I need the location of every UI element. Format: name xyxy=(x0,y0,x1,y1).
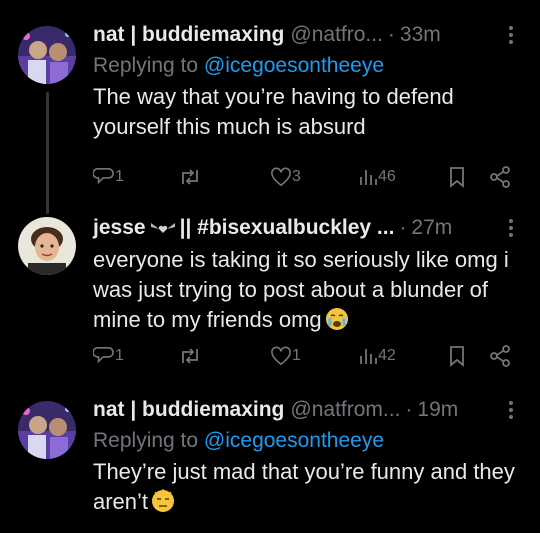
views-count: 42 xyxy=(378,347,396,364)
display-name[interactable]: nat | buddiemaxing xyxy=(93,398,284,422)
tweet-text: everyone is taking it so seriously like … xyxy=(93,245,522,335)
bookmark-button[interactable] xyxy=(448,166,466,188)
reply-icon xyxy=(93,168,114,185)
timestamp[interactable]: 19m xyxy=(417,398,458,422)
timestamp[interactable]: 33m xyxy=(400,23,441,47)
crying-face-emoji xyxy=(325,307,349,331)
separator-dot: · xyxy=(399,216,407,239)
timestamp[interactable]: 27m xyxy=(411,216,452,240)
display-name[interactable]: nat | buddiemaxing xyxy=(93,23,284,47)
tweet-header: jesse || #bisexualbuckley ... · 27m xyxy=(93,213,522,243)
more-icon[interactable] xyxy=(500,395,522,425)
like-icon xyxy=(271,346,291,366)
bookmark-icon xyxy=(450,167,464,188)
views-icon xyxy=(360,170,377,185)
views-count: 46 xyxy=(378,168,396,185)
like-button[interactable]: 1 xyxy=(270,346,301,366)
thread-line xyxy=(46,92,49,214)
share-icon xyxy=(490,166,510,188)
views-icon xyxy=(360,349,377,364)
downcast-face-emoji xyxy=(151,489,175,513)
tweet-text-content: everyone is taking it so seriously like … xyxy=(93,247,509,332)
tweet-header: nat | buddiemaxing @natfrom... · 19m xyxy=(93,395,522,425)
replying-prefix: Replying to xyxy=(93,54,199,77)
avatar-nat[interactable] xyxy=(18,26,76,84)
reply-button[interactable]: 1 xyxy=(93,167,124,187)
reply-count: 1 xyxy=(115,347,124,364)
share-icon xyxy=(490,345,510,367)
avatar-jesse[interactable] xyxy=(18,217,76,275)
display-name-suffix[interactable]: || #bisexualbuckley ... xyxy=(180,216,395,240)
more-icon[interactable] xyxy=(500,213,522,243)
views-button[interactable]: 42 xyxy=(358,346,396,366)
reply-icon xyxy=(93,347,114,364)
share-button[interactable] xyxy=(488,345,512,367)
like-count: 1 xyxy=(292,347,301,364)
repost-button[interactable] xyxy=(178,167,202,187)
replying-prefix: Replying to xyxy=(93,429,199,452)
share-button[interactable] xyxy=(488,166,512,188)
repost-icon xyxy=(182,169,198,185)
user-handle[interactable]: @natfro... xyxy=(290,23,383,47)
bookmark-icon xyxy=(450,346,464,367)
tweet-header: nat | buddiemaxing @natfro... · 33m xyxy=(93,20,522,50)
separator-dot: · xyxy=(387,23,395,46)
more-icon[interactable] xyxy=(500,20,522,50)
heart-wing-icon xyxy=(150,221,176,235)
like-count: 3 xyxy=(292,168,301,185)
like-button[interactable]: 3 xyxy=(270,167,301,187)
bookmark-button[interactable] xyxy=(448,345,466,367)
tweet-text: They’re just mad that you’re funny and t… xyxy=(93,457,522,517)
avatar-nat[interactable] xyxy=(18,401,76,459)
reply-count: 1 xyxy=(115,168,124,185)
reply-button[interactable]: 1 xyxy=(93,346,124,366)
display-name[interactable]: jesse xyxy=(93,216,146,240)
tweet-text: The way that you’re having to defend you… xyxy=(93,84,454,139)
separator-dot: · xyxy=(405,398,413,421)
views-button[interactable]: 46 xyxy=(358,167,396,187)
user-handle[interactable]: @natfrom... xyxy=(290,398,400,422)
mention-link[interactable]: @icegoesontheeye xyxy=(204,429,384,452)
repost-icon xyxy=(182,348,198,364)
mention-link[interactable]: @icegoesontheeye xyxy=(204,54,384,77)
repost-button[interactable] xyxy=(178,346,202,366)
replying-to: Replying to @icegoesontheeye xyxy=(93,427,522,455)
replying-to: Replying to @icegoesontheeye xyxy=(93,52,522,80)
like-icon xyxy=(271,167,291,187)
